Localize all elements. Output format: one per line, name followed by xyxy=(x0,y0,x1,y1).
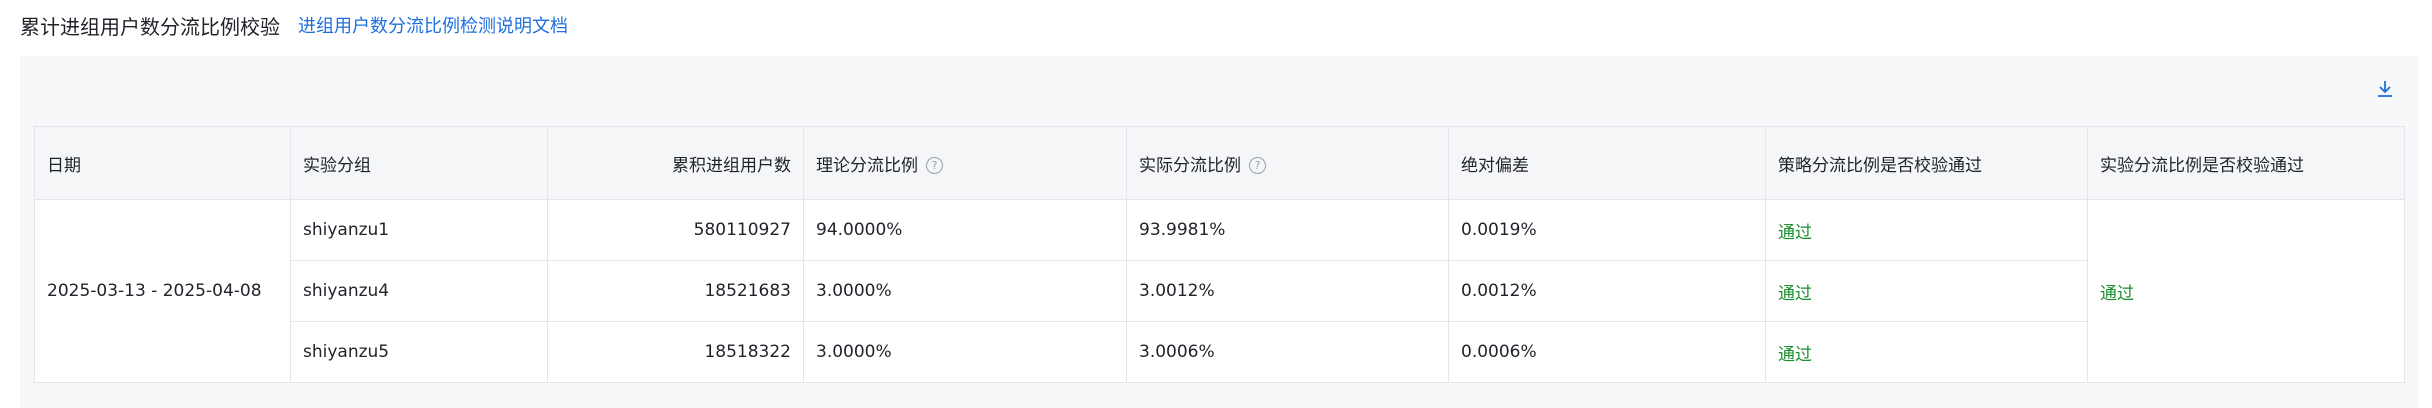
actual-cell: 93.9981% xyxy=(1126,199,1449,261)
table-row: shiyanzu4 18521683 3.0000% 3.0012% 0.001… xyxy=(35,260,2405,322)
col-users: 累积进组用户数 xyxy=(547,126,804,200)
group-cell: shiyanzu5 xyxy=(290,321,548,383)
experiment-pass-cell: 通过 xyxy=(2087,199,2405,383)
col-date: 日期 xyxy=(34,126,291,200)
col-theory-ratio: 理论分流比例? xyxy=(803,126,1127,200)
help-circle-icon[interactable]: ? xyxy=(1249,157,1266,174)
table-header-row: 日期 实验分组 累积进组用户数 理论分流比例? 实际分流比例? 绝对偏差 策略分… xyxy=(34,126,2405,200)
table-row: 2025-03-13 - 2025-04-08 shiyanzu1 580110… xyxy=(34,199,2405,383)
table-panel: 日期 实验分组 累积进组用户数 理论分流比例? 实际分流比例? 绝对偏差 策略分… xyxy=(20,56,2418,408)
users-cell: 580110927 xyxy=(547,199,804,261)
actual-cell: 3.0006% xyxy=(1126,321,1449,383)
users-cell: 18521683 xyxy=(547,260,804,322)
actual-cell: 3.0012% xyxy=(1126,260,1449,322)
theory-cell: 3.0000% xyxy=(803,260,1127,322)
download-icon[interactable] xyxy=(2374,78,2396,100)
date-range-cell: 2025-03-13 - 2025-04-08 xyxy=(34,199,291,383)
theory-cell: 94.0000% xyxy=(803,199,1127,261)
strategy-pass-cell: 通过 xyxy=(1765,199,2088,261)
users-cell: 18518322 xyxy=(547,321,804,383)
col-deviation: 绝对偏差 xyxy=(1448,126,1766,200)
col-experiment-pass: 实验分流比例是否校验通过 xyxy=(2087,126,2405,200)
strategy-pass-cell: 通过 xyxy=(1765,260,2088,322)
col-theory-ratio-label: 理论分流比例 xyxy=(816,155,918,176)
table-row: shiyanzu5 18518322 3.0000% 3.0006% 0.000… xyxy=(35,321,2405,383)
strategy-pass-cell: 通过 xyxy=(1765,321,2088,383)
col-actual-ratio: 实际分流比例? xyxy=(1126,126,1449,200)
deviation-cell: 0.0012% xyxy=(1448,260,1766,322)
theory-cell: 3.0000% xyxy=(803,321,1127,383)
ratio-table: 日期 实验分组 累积进组用户数 理论分流比例? 实际分流比例? 绝对偏差 策略分… xyxy=(34,126,2405,383)
group-cell: shiyanzu4 xyxy=(290,260,548,322)
col-strategy-pass: 策略分流比例是否校验通过 xyxy=(1765,126,2088,200)
page-header: 累计进组用户数分流比例校验 进组用户数分流比例检测说明文档 xyxy=(20,10,568,40)
deviation-cell: 0.0006% xyxy=(1448,321,1766,383)
help-circle-icon[interactable]: ? xyxy=(926,157,943,174)
page-title: 累计进组用户数分流比例校验 xyxy=(20,14,280,39)
col-actual-ratio-label: 实际分流比例 xyxy=(1139,155,1241,176)
doc-link[interactable]: 进组用户数分流比例检测说明文档 xyxy=(298,12,568,38)
deviation-cell: 0.0019% xyxy=(1448,199,1766,261)
col-group: 实验分组 xyxy=(290,126,548,200)
group-cell: shiyanzu1 xyxy=(290,199,548,261)
